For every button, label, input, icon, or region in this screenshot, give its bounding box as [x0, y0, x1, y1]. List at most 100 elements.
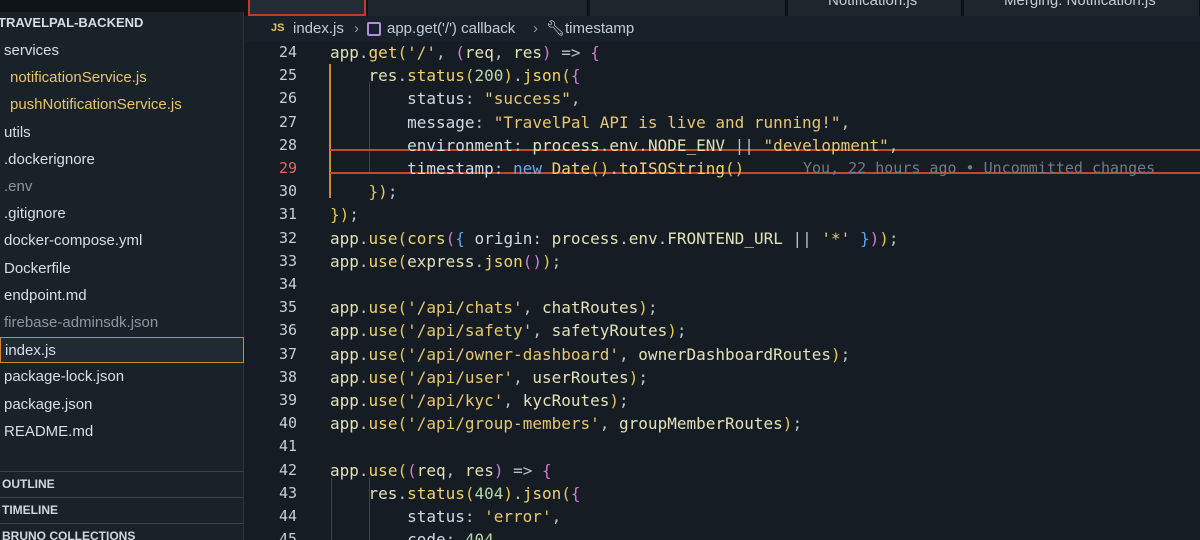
file-tree-item-label: pushNotificationService.js: [10, 96, 182, 114]
line-number: 36: [278, 321, 297, 340]
file-tree-item[interactable]: notificationService.js: [0, 65, 244, 91]
code-line[interactable]: 26 status: "success",: [245, 87, 1200, 110]
file-tree-item[interactable]: README.md: [0, 419, 244, 445]
line-number: 25: [278, 66, 297, 85]
tab-active[interactable]: [248, 0, 366, 16]
code-text: res.status(404).json({: [368, 483, 581, 503]
code-line[interactable]: 45 code: 404: [245, 528, 1200, 540]
file-tree-item[interactable]: endpoint.md: [0, 283, 244, 309]
file-tree-item-label: endpoint.md: [4, 286, 87, 304]
file-tree-item[interactable]: .dockerignore: [0, 147, 244, 173]
code-line[interactable]: 37 app.use('/api/owner-dashboard', ownerD…: [245, 343, 1200, 366]
line-number: 29: [278, 159, 297, 177]
file-tree-item[interactable]: .env: [0, 174, 244, 200]
file-tree-item-label: .dockerignore: [4, 150, 95, 168]
code-text: timestamp: new Date().toISOString(): [407, 159, 745, 178]
code-line[interactable]: 28 environment: process.env.NODE_ENV || …: [245, 134, 1200, 157]
breadcrumb: JS index.js › app.get('/') callback › 🔧︎…: [245, 16, 1200, 42]
code-line[interactable]: 42 app.use((req, res) => {: [245, 459, 1200, 482]
code-line[interactable]: 30 });: [245, 180, 1200, 203]
file-tree-item-label: .env: [4, 178, 33, 195]
breadcrumb-symbol[interactable]: app.get('/') callback: [387, 20, 515, 37]
code-text: });: [330, 205, 359, 225]
code-line[interactable]: 32 app.use(cors({ origin: process.env.FRO…: [245, 227, 1200, 250]
file-tree-item[interactable]: utils: [0, 120, 244, 146]
chevron-right-icon: ›: [354, 20, 359, 37]
code-line[interactable]: 38 app.use('/api/user', userRoutes);: [245, 366, 1200, 389]
file-tree-item-label: .gitignore: [4, 205, 66, 223]
file-tree-item[interactable]: services: [0, 38, 244, 64]
tab-3[interactable]: [590, 0, 786, 16]
code-text: code: 404: [407, 530, 494, 540]
file-tree-item-label: notificationService.js: [10, 69, 147, 87]
line-number: 34: [278, 275, 297, 293]
line-number: 35: [278, 298, 297, 317]
code-line[interactable]: 43 res.status(404).json({: [245, 482, 1200, 505]
code-text: app.use('/api/chats', chatRoutes);: [330, 298, 658, 318]
breadcrumb-leaf[interactable]: timestamp: [565, 20, 634, 37]
code-text: app.use((req, res) => {: [330, 460, 552, 480]
code-line[interactable]: 24 app.get('/', (req, res) => {: [245, 42, 1200, 64]
code-line[interactable]: 34: [245, 273, 1200, 296]
code-line[interactable]: 33 app.use(express.json());: [245, 250, 1200, 273]
code-text: app.use('/api/safety', safetyRoutes);: [330, 321, 687, 341]
project-title[interactable]: TRAVELPAL-BACKEND: [0, 10, 238, 36]
line-number: 26: [278, 89, 297, 108]
file-tree-item[interactable]: pushNotificationService.js: [0, 92, 244, 118]
line-number: 40: [278, 414, 297, 433]
code-text: res.status(200).json({: [368, 66, 581, 86]
code-text: status: 'error',: [407, 507, 562, 526]
code-line[interactable]: 41: [245, 435, 1200, 458]
code-line[interactable]: 36 app.use('/api/safety', safetyRoutes);: [245, 319, 1200, 342]
code-text: app.use('/api/user', userRoutes);: [330, 367, 648, 387]
line-number: 30: [278, 182, 297, 201]
file-tree-item[interactable]: index.js: [0, 337, 244, 364]
code-line[interactable]: 31});: [245, 203, 1200, 226]
code-line[interactable]: 35 app.use('/api/chats', chatRoutes);: [245, 296, 1200, 319]
line-number: 31: [278, 205, 297, 224]
code-line[interactable]: 27 message: "TravelPal API is live and r…: [245, 111, 1200, 134]
code-text: app.use(express.json());: [330, 251, 562, 271]
file-tree-item[interactable]: Dockerfile: [0, 256, 244, 282]
section-outline[interactable]: OUTLINE: [0, 471, 244, 496]
git-blame-annotation: You, 22 hours ago • Uncommitted changes: [803, 159, 1156, 177]
tab-merging-notification-js[interactable]: Merging: Notification.js: [964, 0, 1200, 16]
code-line[interactable]: 25 res.status(200).json({: [245, 64, 1200, 87]
line-number: 37: [278, 344, 297, 363]
line-number: 45: [278, 530, 297, 540]
file-tree-item[interactable]: package-lock.json: [0, 364, 244, 390]
line-number: 28: [278, 135, 297, 154]
file-tree-item-label: README.md: [4, 422, 94, 440]
line-number: 33: [278, 251, 297, 270]
line-number: 32: [278, 228, 297, 247]
line-number: 41: [278, 437, 297, 456]
code-text: status: "success",: [407, 89, 581, 109]
file-tree-item[interactable]: package.json: [0, 392, 244, 418]
code-text: app.get('/', (req, res) => {: [330, 43, 600, 62]
code-line[interactable]: 39 app.use('/api/kyc', kycRoutes);: [245, 389, 1200, 412]
file-tree-item[interactable]: .gitignore: [0, 201, 244, 227]
line-number: 38: [278, 367, 297, 386]
line-number: 27: [278, 112, 297, 131]
file-tree-item-label: Dockerfile: [4, 259, 71, 277]
line-number: 39: [278, 391, 297, 409]
file-tree-item-label: index.js: [5, 342, 56, 360]
file-tree-item[interactable]: firebase-adminsdk.json: [0, 310, 244, 336]
file-tree-item[interactable]: docker-compose.yml: [0, 228, 244, 254]
tab-notification-js[interactable]: Notification.js: [788, 0, 962, 16]
code-editor[interactable]: 24 app.get('/', (req, res) => { 25 res.sta…: [245, 42, 1200, 540]
code-line[interactable]: 29 timestamp: new Date().toISOString() Yo…: [245, 157, 1200, 180]
section-bruno-collections[interactable]: BRUNO COLLECTIONS: [0, 523, 244, 540]
tab-2[interactable]: [368, 0, 588, 16]
code-text: });: [368, 182, 398, 202]
wrench-icon: 🔧︎: [546, 20, 566, 37]
code-text: app.use(cors({ origin: process.env.FRONT…: [330, 228, 899, 248]
code-line[interactable]: 40 app.use('/api/group-members', groupMem…: [245, 412, 1200, 435]
method-cube-icon: [367, 22, 381, 36]
line-number: 24: [278, 43, 297, 61]
section-timeline[interactable]: TIMELINE: [0, 497, 244, 522]
breadcrumb-file[interactable]: index.js: [293, 20, 344, 37]
code-line[interactable]: 44 status: 'error',: [245, 505, 1200, 528]
code-text: message: "TravelPal API is live and runn…: [407, 112, 851, 132]
line-number: 43: [278, 483, 297, 502]
